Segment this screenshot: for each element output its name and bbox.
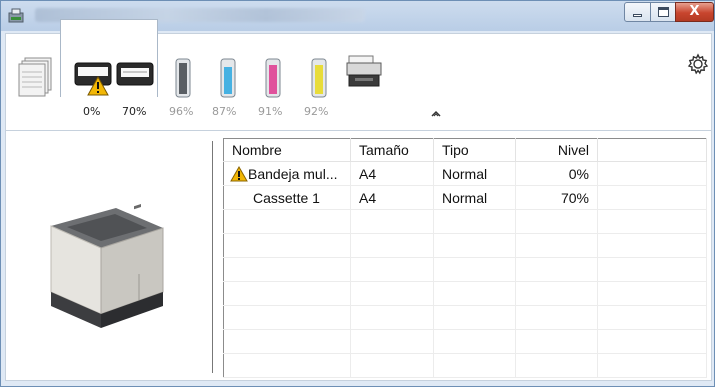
empty-cell [597, 353, 707, 378]
empty-cell [350, 209, 434, 234]
empty-cell [223, 281, 351, 306]
empty-cell [223, 209, 351, 234]
multifunction-printer-icon[interactable] [345, 54, 385, 90]
column-header-type[interactable]: Tipo [433, 138, 516, 162]
empty-cell [597, 281, 707, 306]
column-header-size[interactable]: Tamaño [350, 138, 434, 162]
empty-cell [597, 257, 707, 282]
toner-cyan-level: 87% [212, 105, 237, 118]
column-header-name[interactable]: Nombre [223, 138, 351, 162]
empty-cell [433, 305, 516, 330]
empty-cell [223, 329, 351, 354]
empty-cell [515, 281, 598, 306]
close-icon: X [689, 4, 700, 19]
table-row[interactable]: Cassette 1 A4 Normal 70% [223, 185, 707, 210]
printer-app-icon [8, 8, 24, 23]
table-row[interactable]: Bandeja mul... A4 Normal 0% [223, 161, 707, 186]
table-row-empty [223, 281, 707, 306]
row-name: Cassette 1 [223, 185, 351, 210]
tray-table: Nombre Tamaño Tipo Nivel Bandeja mul... … [223, 138, 707, 378]
tray-1-level: 0% [83, 105, 101, 118]
column-header-level[interactable]: Nivel [515, 138, 598, 162]
row-empty-cell [597, 161, 707, 186]
empty-cell [433, 209, 516, 234]
empty-cell [223, 257, 351, 282]
toner-black-icon[interactable] [173, 56, 193, 100]
empty-cell [597, 209, 707, 234]
table-row-empty [223, 257, 707, 282]
warning-icon [230, 165, 248, 181]
row-level: 70% [515, 185, 598, 210]
toner-yellow-icon[interactable] [309, 56, 329, 100]
empty-cell [223, 233, 351, 258]
app-window: X 0% 70% 96% 87% 91% 92% Nombre Tamaño T… [0, 0, 715, 387]
table-row-empty [223, 209, 707, 234]
toner-black-level: 96% [169, 105, 194, 118]
empty-cell [433, 329, 516, 354]
empty-rows [223, 209, 707, 378]
toner-cyan-icon[interactable] [218, 56, 238, 100]
row-size: A4 [350, 161, 434, 186]
table-header-row: Nombre Tamaño Tipo Nivel [223, 138, 707, 162]
toner-magenta-icon[interactable] [263, 56, 283, 100]
empty-cell [515, 209, 598, 234]
column-header-empty [597, 138, 707, 162]
empty-cell [350, 233, 434, 258]
empty-cell [515, 329, 598, 354]
empty-cell [223, 353, 351, 378]
row-empty-cell [597, 185, 707, 210]
paper-stack-icon[interactable] [15, 56, 55, 100]
minimize-button[interactable] [624, 2, 651, 22]
table-row-empty [223, 353, 707, 378]
toner-yellow-level: 92% [304, 105, 329, 118]
empty-cell [515, 233, 598, 258]
empty-cell [515, 353, 598, 378]
pane-splitter[interactable] [212, 141, 213, 373]
empty-cell [433, 233, 516, 258]
table-row-empty [223, 305, 707, 330]
row-size: A4 [350, 185, 434, 210]
toner-magenta-level: 91% [258, 105, 283, 118]
empty-cell [350, 305, 434, 330]
empty-cell [350, 281, 434, 306]
empty-cell [350, 257, 434, 282]
empty-cell [433, 353, 516, 378]
table-row-empty [223, 329, 707, 354]
empty-cell [597, 329, 707, 354]
gear-icon[interactable] [687, 53, 709, 75]
tray-2-level: 70% [122, 105, 147, 118]
empty-cell [433, 257, 516, 282]
maximize-button[interactable] [650, 2, 676, 22]
row-name: Bandeja mul... [248, 165, 338, 182]
row-type: Normal [433, 161, 516, 186]
empty-cell [350, 329, 434, 354]
empty-cell [515, 305, 598, 330]
empty-cell [350, 353, 434, 378]
empty-cell [597, 305, 707, 330]
printer-image [50, 204, 164, 328]
row-level: 0% [515, 161, 598, 186]
row-type: Normal [433, 185, 516, 210]
minimize-icon [633, 14, 642, 17]
empty-cell [433, 281, 516, 306]
empty-cell [597, 233, 707, 258]
tray-icon[interactable] [115, 59, 155, 95]
empty-cell [515, 257, 598, 282]
tray-warning-icon[interactable] [73, 59, 117, 101]
chevron-up-icon[interactable] [430, 109, 442, 118]
row-name-cell: Bandeja mul... [223, 161, 351, 186]
table-row-empty [223, 233, 707, 258]
empty-cell [223, 305, 351, 330]
maximize-icon [658, 7, 669, 17]
close-button[interactable]: X [675, 2, 714, 22]
